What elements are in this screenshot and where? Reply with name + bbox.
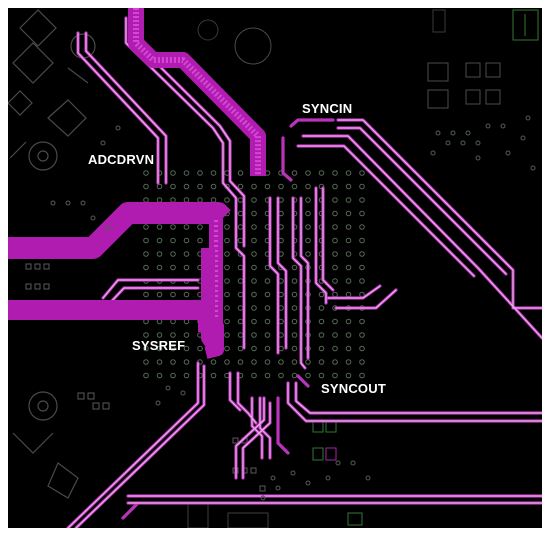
net-label-adcdrvn: ADCDRVN xyxy=(88,152,155,167)
pcb-layout-view: SYNCIN ADCDRVN SYSREF SYNCOUT xyxy=(8,8,542,528)
net-label-syncin: SYNCIN xyxy=(302,101,353,116)
pcb-board xyxy=(8,8,542,528)
net-label-syncout: SYNCOUT xyxy=(321,381,386,396)
net-label-sysref: SYSREF xyxy=(132,338,186,353)
